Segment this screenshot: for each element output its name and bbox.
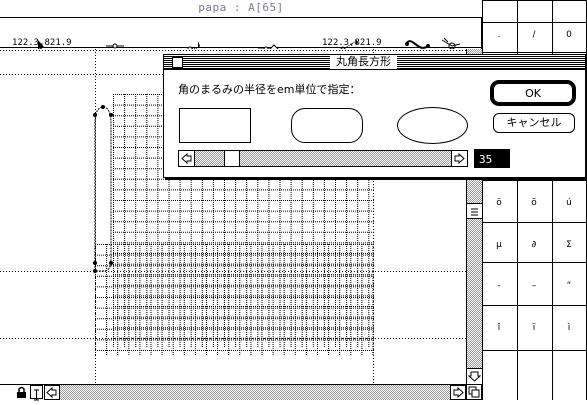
character-cell[interactable]: õ	[517, 198, 551, 208]
character-cell[interactable]: /	[517, 30, 551, 40]
dialog-title: 丸角長方形	[330, 55, 397, 69]
window-status-bar	[0, 384, 466, 401]
character-cell[interactable]: 0	[552, 30, 586, 40]
ok-button[interactable]: OK	[490, 80, 576, 106]
character-cell[interactable]: ú	[552, 198, 586, 208]
down-arrow-icon[interactable]	[467, 368, 482, 384]
window-title-bar[interactable]: papa : A[65]	[0, 0, 482, 18]
tool-palette: 122.3,821.9 122.3,821.9 6 0	[0, 18, 482, 66]
horizontal-scroll-track[interactable]	[60, 385, 450, 400]
close-box-icon[interactable]	[172, 57, 183, 68]
left-arrow-icon[interactable]	[179, 151, 195, 166]
lock-icon[interactable]	[16, 386, 28, 399]
left-arrow-icon[interactable]	[44, 385, 60, 400]
character-cell[interactable]: ∂	[517, 240, 551, 250]
vertical-scroll-thumb[interactable]	[467, 203, 482, 219]
character-cell[interactable]: ì	[552, 323, 586, 333]
coordinate-readout-right: 122.3,821.9	[322, 38, 382, 48]
ok-button-face[interactable]: OK	[493, 83, 573, 103]
dialog-title-bar[interactable]: 丸角長方形	[164, 55, 585, 70]
character-cell[interactable]: .	[482, 30, 516, 40]
character-cell[interactable]: ï	[517, 323, 551, 333]
character-cell[interactable]: ö	[482, 198, 516, 208]
radius-prompt-label: 角のまるみの半径をem単位で指定：	[178, 83, 361, 96]
character-cell[interactable]: -	[482, 281, 516, 291]
radius-slider-thumb[interactable]	[223, 151, 240, 166]
radius-value-field[interactable]: 35	[474, 149, 510, 168]
character-cell[interactable]: “	[552, 281, 586, 291]
window-title: papa : A[65]	[198, 1, 284, 14]
right-arrow-icon[interactable]	[451, 151, 467, 166]
square-corner-preview	[179, 108, 251, 143]
cancel-button[interactable]: キャンセル	[493, 113, 575, 133]
radius-slider[interactable]	[178, 150, 468, 167]
right-arrow-icon[interactable]	[450, 385, 466, 400]
rounded-rectangle-dialog: 丸角長方形 角のまるみの半径をem単位で指定： OK キャンセル 35	[163, 54, 586, 178]
text-cursor-icon[interactable]	[30, 385, 43, 401]
ok-button-label: OK	[525, 87, 541, 100]
full-round-preview	[397, 107, 468, 144]
cancel-button-label: キャンセル	[506, 116, 562, 129]
medium-round-preview	[291, 108, 363, 143]
character-cell[interactable]: Σ	[552, 240, 586, 250]
character-cell[interactable]: –	[517, 281, 551, 291]
resize-box-icon[interactable]	[466, 384, 482, 400]
character-cell[interactable]: µ	[482, 240, 516, 250]
character-cell[interactable]: î	[482, 323, 516, 333]
